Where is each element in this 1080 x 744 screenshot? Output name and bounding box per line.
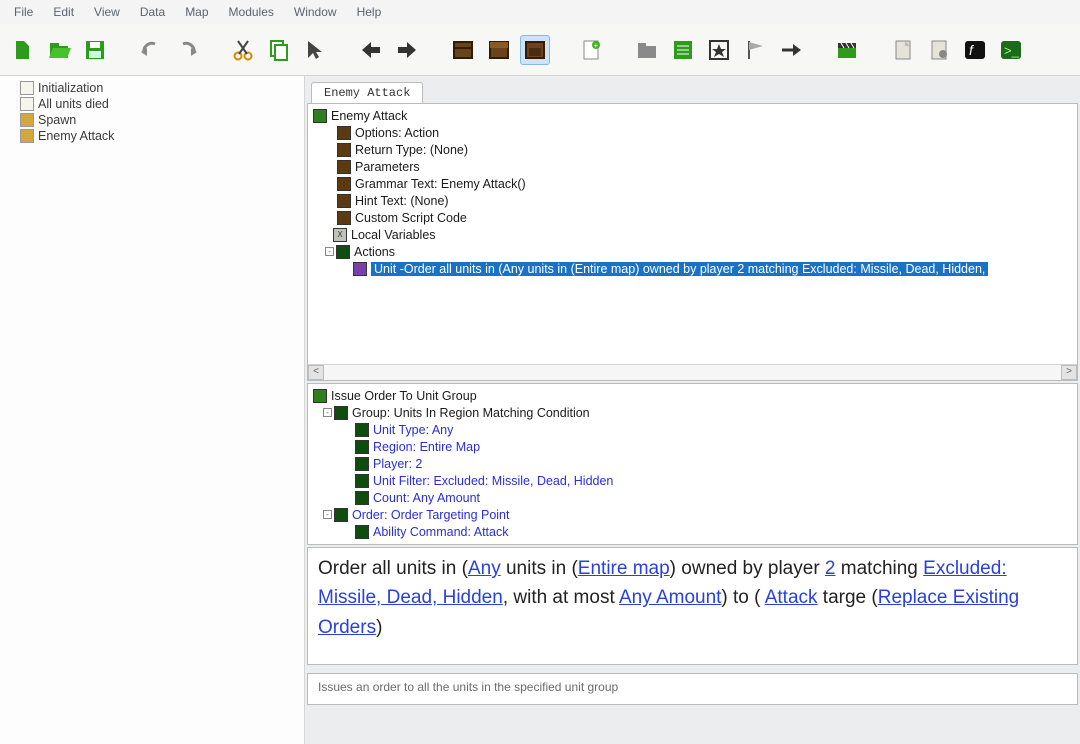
expand-icon[interactable]: - <box>325 247 334 256</box>
undo-icon[interactable] <box>136 35 166 65</box>
script-list-icon[interactable] <box>668 35 698 65</box>
action-row[interactable]: Unit -Order all units in (Any units in (… <box>313 260 1074 277</box>
cursor-icon[interactable] <box>300 35 330 65</box>
link-ability[interactable]: Attack <box>765 587 818 608</box>
param-row[interactable]: Unit Type: Any <box>313 421 1074 438</box>
menu-data[interactable]: Data <box>130 2 175 22</box>
flag-icon[interactable] <box>740 35 770 65</box>
toolbar: + f >_ <box>0 24 1080 76</box>
expand-icon[interactable]: - <box>323 408 332 417</box>
link-count[interactable]: Any Amount <box>619 587 721 608</box>
menu-modules[interactable]: Modules <box>219 2 284 22</box>
save-icon[interactable] <box>80 35 110 65</box>
doc-2-icon[interactable] <box>924 35 954 65</box>
svg-text:>_: >_ <box>1004 43 1020 58</box>
menu-view[interactable]: View <box>84 2 130 22</box>
trigger-tree-pane: Enemy Attack Options: Action Return Type… <box>307 103 1078 381</box>
hint-text: Issues an order to all the units in the … <box>318 680 618 694</box>
new-icon[interactable] <box>8 35 38 65</box>
list-item[interactable]: Initialization <box>2 80 302 96</box>
menu-file[interactable]: File <box>4 2 43 22</box>
copy-icon[interactable] <box>264 35 294 65</box>
link-player[interactable]: 2 <box>825 558 836 579</box>
menu-window[interactable]: Window <box>284 2 347 22</box>
open-icon[interactable] <box>44 35 74 65</box>
fx-icon[interactable]: f <box>960 35 990 65</box>
menu-bar: File Edit View Data Map Modules Window H… <box>0 0 1080 24</box>
crate-3-icon[interactable] <box>520 35 550 65</box>
terminal-icon[interactable]: >_ <box>996 35 1026 65</box>
cut-icon[interactable] <box>228 35 258 65</box>
folder-icon[interactable] <box>632 35 662 65</box>
tab-enemy-attack[interactable]: Enemy Attack <box>311 82 423 103</box>
link-region[interactable]: Entire map <box>578 558 670 579</box>
hint-pane: Issues an order to all the units in the … <box>307 673 1078 705</box>
crate-2-icon[interactable] <box>484 35 514 65</box>
param-row[interactable]: Player: 2 <box>313 455 1074 472</box>
list-item[interactable]: Spawn <box>2 112 302 128</box>
redo-icon[interactable] <box>172 35 202 65</box>
detail-panel: Enemy Attack Enemy Attack Options: Actio… <box>305 76 1080 744</box>
menu-map[interactable]: Map <box>175 2 218 22</box>
param-row[interactable]: Unit Filter: Excluded: Missile, Dead, Hi… <box>313 472 1074 489</box>
star-icon[interactable] <box>704 35 734 65</box>
param-row[interactable]: Ability Command: Attack <box>313 523 1074 540</box>
list-item[interactable]: All units died <box>2 96 302 112</box>
arrow-left-icon[interactable] <box>356 35 386 65</box>
param-row[interactable]: Count: Any Amount <box>313 489 1074 506</box>
tab-bar: Enemy Attack <box>305 76 1080 103</box>
new-script-icon[interactable]: + <box>576 35 606 65</box>
menu-help[interactable]: Help <box>347 2 392 22</box>
trigger-list: Initialization All units died Spawn Enem… <box>0 76 305 744</box>
arrow-right-icon[interactable] <box>392 35 422 65</box>
horizontal-scrollbar[interactable]: <> <box>308 364 1077 380</box>
link-any[interactable]: Any <box>468 558 501 579</box>
clapper-icon[interactable] <box>832 35 862 65</box>
arrow-next-icon[interactable] <box>776 35 806 65</box>
expand-icon[interactable]: - <box>323 510 332 519</box>
menu-edit[interactable]: Edit <box>43 2 84 22</box>
main-area: Initialization All units died Spawn Enem… <box>0 76 1080 744</box>
param-row[interactable]: Region: Entire Map <box>313 438 1074 455</box>
grammar-text-pane: Order all units in (Any units in (Entire… <box>307 547 1078 665</box>
svg-text:+: + <box>594 41 599 50</box>
doc-1-icon[interactable] <box>888 35 918 65</box>
list-item[interactable]: Enemy Attack <box>2 128 302 144</box>
crate-1-icon[interactable] <box>448 35 478 65</box>
param-tree-pane: Issue Order To Unit Group -Group: Units … <box>307 383 1078 545</box>
